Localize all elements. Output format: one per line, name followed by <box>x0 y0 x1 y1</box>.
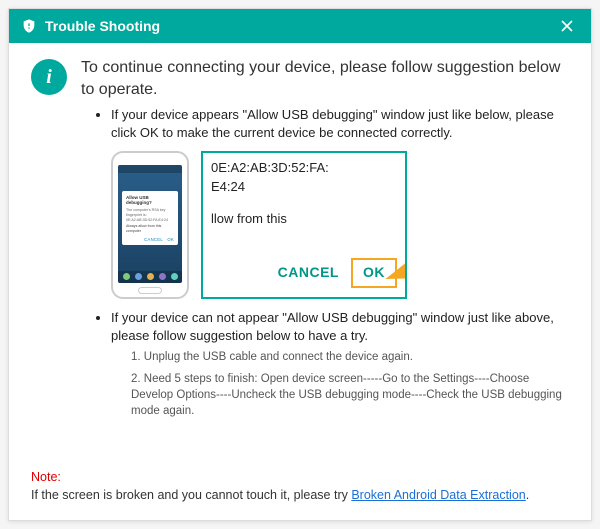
shield-icon <box>21 18 37 34</box>
phone-popup-body: The computer's RSA key fingerprint is: 0… <box>126 208 174 222</box>
zoom-callout: 0E:A2:AB:3D:52:FA: E4:24 llow from this … <box>201 151 407 299</box>
close-icon <box>560 19 574 33</box>
note-label: Note: <box>31 470 61 484</box>
step-1: 1. Unplug the USB cable and connect the … <box>131 349 563 365</box>
intro-row: i To continue connecting your device, pl… <box>31 57 569 100</box>
close-button[interactable] <box>555 14 579 38</box>
phone-popup: Allow USB debugging? The computer's RSA … <box>122 191 178 246</box>
dialog-content: i To continue connecting your device, pl… <box>9 43 591 469</box>
note-suffix: . <box>526 488 529 502</box>
intro-text: To continue connecting your device, plea… <box>81 57 569 100</box>
callout-mac-line1: 0E:A2:AB:3D:52:FA: <box>211 159 397 177</box>
callout-cancel-label: CANCEL <box>278 263 339 283</box>
illustration: Allow USB debugging? The computer's RSA … <box>111 151 563 299</box>
phone-popup-ok: OK <box>167 237 174 242</box>
titlebar-title: Trouble Shooting <box>45 18 555 34</box>
suggestion-item-2: If your device can not appear "Allow USB… <box>111 309 563 420</box>
suggestion-item-1: If your device appears "Allow USB debugg… <box>111 106 563 298</box>
phone-popup-title: Allow USB debugging? <box>126 195 174 207</box>
phone-mock: Allow USB debugging? The computer's RSA … <box>111 151 189 299</box>
suggestion-2-text: If your device can not appear "Allow USB… <box>111 310 554 343</box>
step-2: 2. Need 5 steps to finish: Open device s… <box>131 371 563 419</box>
callout-mac-line2: E4:24 <box>211 178 397 196</box>
footer-note: Note: If the screen is broken and you ca… <box>9 469 591 520</box>
suggestion-2-steps: 1. Unplug the USB cable and connect the … <box>111 349 563 419</box>
callout-allow-from: llow from this <box>211 210 397 228</box>
troubleshooting-dialog: Trouble Shooting i To continue connectin… <box>8 8 592 521</box>
titlebar: Trouble Shooting <box>9 9 591 43</box>
info-icon: i <box>31 59 67 95</box>
phone-popup-cancel: CANCEL <box>144 237 163 242</box>
note-text: If the screen is broken and you cannot t… <box>31 488 351 502</box>
broken-android-link[interactable]: Broken Android Data Extraction <box>351 488 525 502</box>
suggestion-list: If your device appears "Allow USB debugg… <box>31 106 569 419</box>
suggestion-1-text: If your device appears "Allow USB debugg… <box>111 107 554 140</box>
phone-popup-checkbox: Always allow from this computer <box>126 224 174 233</box>
